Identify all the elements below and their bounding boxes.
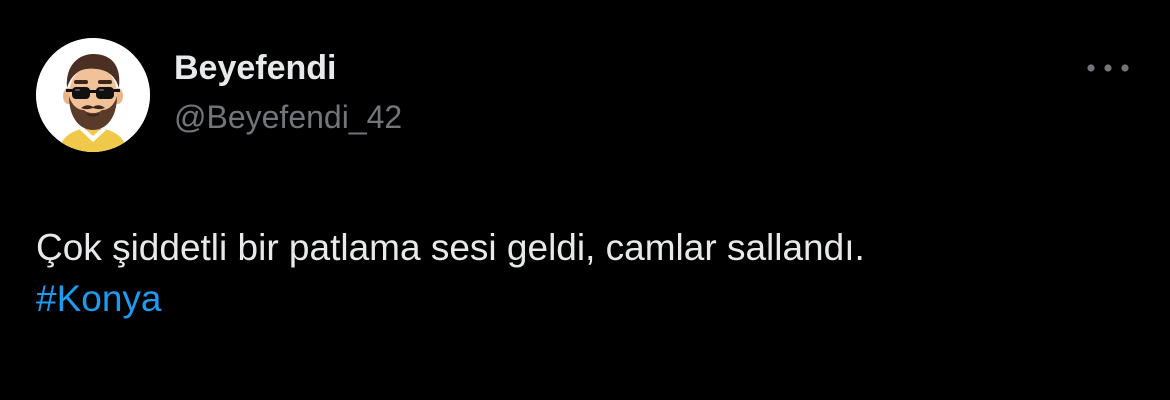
avatar[interactable]: [36, 38, 150, 152]
tweet-text: Çok şiddetli bir patlama sesi geldi, cam…: [36, 222, 1126, 324]
more-options-button[interactable]: [1080, 52, 1136, 84]
author-handle[interactable]: @Beyefendi_42: [174, 97, 402, 137]
author-display-name[interactable]: Beyefendi: [174, 48, 337, 88]
bearded-man-sunglasses-avatar-icon: [36, 38, 150, 152]
tweet-card: Beyefendi @Beyefendi_42 Çok şiddetli bir…: [0, 0, 1170, 400]
more-horizontal-icon: [1087, 64, 1129, 72]
tweet-body-text: Çok şiddetli bir patlama sesi geldi, cam…: [36, 227, 865, 268]
hashtag-link[interactable]: #Konya: [36, 273, 1126, 324]
